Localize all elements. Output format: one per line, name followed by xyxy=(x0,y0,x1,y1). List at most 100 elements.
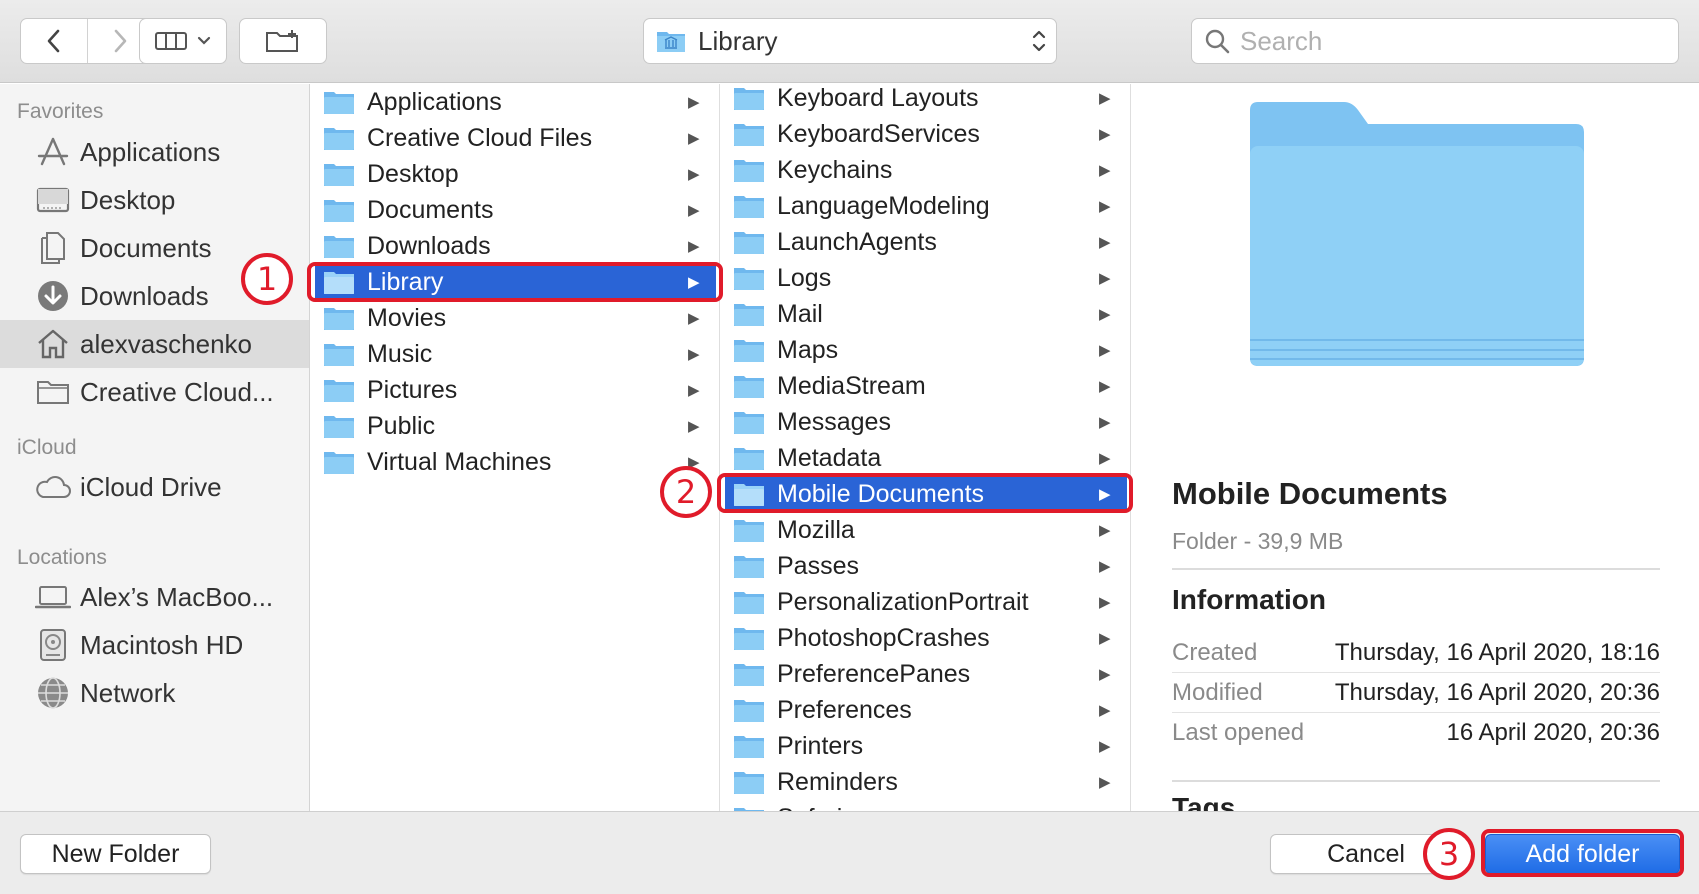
disclosure-arrow-icon: ▶ xyxy=(1099,126,1111,143)
disclosure-arrow-icon: ▶ xyxy=(688,346,700,363)
downloads-icon xyxy=(34,277,72,315)
column-row[interactable]: Preferences ▶ xyxy=(725,692,1127,728)
column-row[interactable]: Passes ▶ xyxy=(725,548,1127,584)
column-row[interactable]: Logs ▶ xyxy=(725,260,1127,296)
disclosure-arrow-icon: ▶ xyxy=(1099,162,1111,179)
path-popup[interactable]: Library xyxy=(643,18,1057,64)
column-row-label: Keyboard Layouts xyxy=(777,84,979,112)
path-popup-label: Library xyxy=(698,25,778,56)
info-key: Last opened xyxy=(1172,719,1305,746)
column-row[interactable]: Keyboard Layouts ▶ xyxy=(725,84,1127,116)
column-row[interactable]: Maps ▶ xyxy=(725,332,1127,368)
folder-icon xyxy=(734,340,764,362)
column-row[interactable]: Applications ▶ xyxy=(315,84,716,120)
disk-icon xyxy=(34,626,72,664)
column-row-label: Music xyxy=(367,339,433,368)
search-field[interactable] xyxy=(1191,18,1679,64)
column-row[interactable]: Desktop ▶ xyxy=(315,156,716,192)
column-row[interactable]: Movies ▶ xyxy=(315,300,716,336)
column-row-label: Safari xyxy=(777,804,1099,812)
disclosure-arrow-icon: ▶ xyxy=(1099,234,1111,251)
step-badge-1: 1 xyxy=(241,253,293,305)
info-key: Created xyxy=(1172,638,1258,666)
step-badge-3: 3 xyxy=(1423,828,1475,880)
column-row[interactable]: MediaStream ▶ xyxy=(725,368,1127,404)
column-row-label: Mozilla xyxy=(777,515,855,544)
sidebar-item-macbook[interactable]: Alex’s MacBoo... xyxy=(0,573,309,621)
column-row[interactable]: Mozilla ▶ xyxy=(725,512,1127,548)
disclosure-arrow-icon: ▶ xyxy=(1099,486,1111,503)
sidebar-item-label: Documents xyxy=(80,232,212,263)
column-row[interactable]: LanguageModeling ▶ xyxy=(725,188,1127,224)
folder-icon xyxy=(324,92,354,114)
laptop-icon xyxy=(34,578,72,616)
folder-icon xyxy=(324,452,354,474)
preview-title: Mobile Documents xyxy=(1172,476,1448,511)
folder-icon xyxy=(324,236,354,258)
column-row-label: KeyboardServices xyxy=(777,119,980,148)
view-mode-button[interactable] xyxy=(139,18,227,64)
info-row-last-opened: Last opened 16 April 2020, 20:36 xyxy=(1172,713,1660,753)
folder-icon xyxy=(734,196,764,218)
column-row[interactable]: Reminders ▶ xyxy=(725,764,1127,800)
disclosure-arrow-icon: ▶ xyxy=(1099,414,1111,431)
updown-chevron-icon xyxy=(1022,28,1056,54)
column-row[interactable]: Mail ▶ xyxy=(725,296,1127,332)
column-row[interactable]: Library ▶ xyxy=(315,264,716,300)
folder-icon xyxy=(734,520,764,542)
column-row[interactable]: Pictures ▶ xyxy=(315,372,716,408)
column-row[interactable]: Keychains ▶ xyxy=(725,152,1127,188)
sidebar-item-macintosh-hd[interactable]: Macintosh HD xyxy=(0,621,309,669)
folder-icon xyxy=(34,373,72,411)
folder-icon xyxy=(324,164,354,186)
folder-icon xyxy=(734,376,764,398)
applications-icon xyxy=(34,133,72,171)
column-row[interactable]: PhotoshopCrashes ▶ xyxy=(725,620,1127,656)
new-folder-button[interactable]: New Folder xyxy=(20,834,211,874)
search-icon xyxy=(1205,29,1230,54)
folder-icon xyxy=(324,128,354,150)
new-folder-toolbar-button[interactable] xyxy=(239,18,327,64)
column-row-label: LaunchAgents xyxy=(777,227,937,256)
column-row[interactable]: Documents ▶ xyxy=(315,192,716,228)
column-row[interactable]: Metadata ▶ xyxy=(725,440,1127,476)
folder-icon xyxy=(324,344,354,366)
back-button[interactable] xyxy=(21,19,88,63)
sidebar-item-icloud-drive[interactable]: iCloud Drive xyxy=(0,463,309,511)
column-row[interactable]: Creative Cloud Files ▶ xyxy=(315,120,716,156)
folder-icon xyxy=(324,380,354,402)
column-row[interactable]: PersonalizationPortrait ▶ xyxy=(725,584,1127,620)
column-row[interactable]: Safari▶ xyxy=(725,800,1127,811)
disclosure-arrow-icon: ▶ xyxy=(1099,450,1111,467)
network-icon xyxy=(34,674,72,712)
sidebar-item-label: Creative Cloud... xyxy=(80,376,274,407)
column-row[interactable]: Downloads ▶ xyxy=(315,228,716,264)
sidebar-item-home[interactable]: alexvaschenko xyxy=(0,320,309,368)
column-row[interactable]: Printers ▶ xyxy=(725,728,1127,764)
folder-icon xyxy=(324,200,354,222)
column-row[interactable]: Mobile Documents ▶ xyxy=(725,476,1127,512)
sidebar-item-network[interactable]: Network xyxy=(0,669,309,717)
column-row[interactable]: KeyboardServices ▶ xyxy=(725,116,1127,152)
column-row[interactable]: Messages ▶ xyxy=(725,404,1127,440)
sidebar-item-applications[interactable]: Applications xyxy=(0,128,309,176)
column-row[interactable]: Music ▶ xyxy=(315,336,716,372)
disclosure-arrow-icon: ▶ xyxy=(688,238,700,255)
add-folder-button[interactable]: Add folder xyxy=(1485,834,1680,874)
sidebar-item-label: Alex’s MacBoo... xyxy=(80,581,274,612)
folder-icon xyxy=(734,232,764,254)
column-row[interactable]: PreferencePanes ▶ xyxy=(725,656,1127,692)
search-input[interactable] xyxy=(1240,25,1660,57)
sidebar-item-creative-cloud[interactable]: Creative Cloud... xyxy=(0,368,309,416)
folder-icon xyxy=(324,416,354,438)
divider xyxy=(1172,568,1660,570)
sidebar-section-locations: Locations xyxy=(17,546,107,569)
column-row[interactable]: LaunchAgents ▶ xyxy=(725,224,1127,260)
column-row[interactable]: Virtual Machines ▶ xyxy=(315,444,716,480)
column-row-label: PersonalizationPortrait xyxy=(777,587,1029,616)
disclosure-arrow-icon: ▶ xyxy=(1099,666,1111,683)
sidebar-item-desktop[interactable]: Desktop xyxy=(0,176,309,224)
column-row-label: Logs xyxy=(777,263,832,292)
folder-icon xyxy=(734,664,764,686)
column-row[interactable]: Public ▶ xyxy=(315,408,716,444)
